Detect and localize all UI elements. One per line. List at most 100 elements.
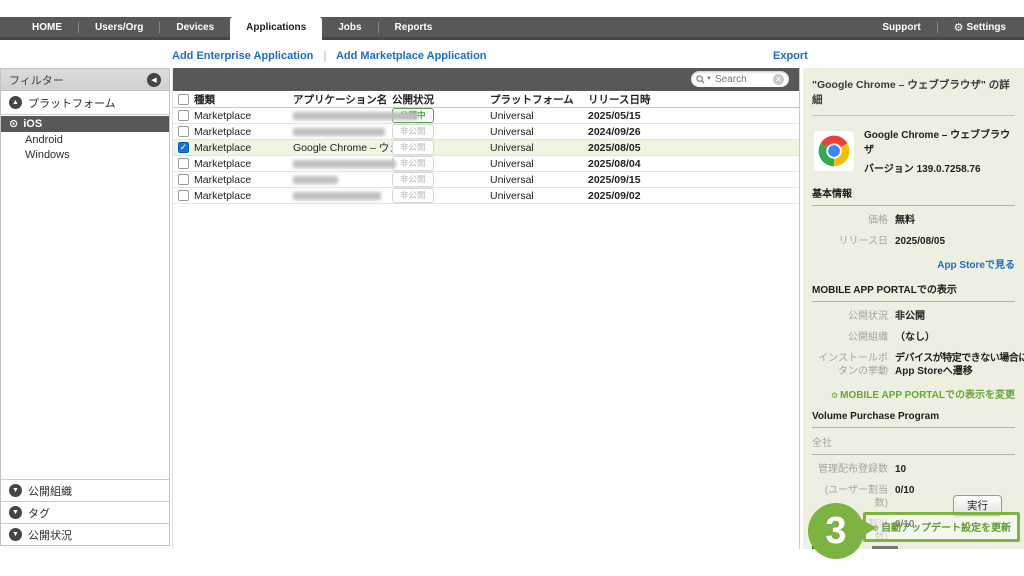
cell-app-name	[293, 128, 392, 136]
sidebar-section-公開状況[interactable]: ▼公開状況	[1, 523, 169, 545]
column-header[interactable]: 種類	[194, 92, 293, 107]
row-checkbox[interactable]: ✓	[178, 142, 189, 153]
portal-change-link-row: ⚙MOBILE APP PORTALでの表示を変更	[812, 386, 1015, 401]
cell-status: 非公開	[392, 188, 490, 203]
row-checkbox[interactable]	[178, 190, 189, 201]
field-label: 管理配布登録数	[812, 463, 888, 476]
tab-jobs[interactable]: Jobs	[322, 17, 377, 37]
field-label: 価格	[812, 214, 888, 227]
column-header[interactable]: リリース日時	[588, 92, 799, 107]
cell-platform: Universal	[490, 110, 588, 122]
cell-platform: Universal	[490, 174, 588, 186]
add-enterprise-application-link[interactable]: Add Enterprise Application	[172, 50, 313, 62]
sidebar-item-windows[interactable]: Windows	[1, 148, 169, 162]
sidebar-section-platform[interactable]: ▲ プラットフォーム	[1, 91, 169, 115]
cell-status: 非公開	[392, 124, 490, 139]
cell-type: Marketplace	[194, 126, 293, 138]
clear-search-icon[interactable]: ✕	[773, 74, 784, 85]
table-body: Marketplace 公開中 Universal 2025/05/15 Mar…	[173, 108, 799, 204]
app-version: バージョン 139.0.7258.76	[864, 160, 1015, 175]
app-name-text: Google Chrome – ウェブブ...	[293, 140, 392, 155]
field-value: デバイスが特定できない場合には App Storeへ遷移	[895, 352, 1024, 378]
field-portal-status: 公開状況 非公開	[812, 310, 1015, 323]
application-table: ▼ ✕ 種類 アプリケーション名 公開状況 プラットフォーム リリース日時 Ma…	[172, 68, 800, 549]
table-row[interactable]: Marketplace 非公開 Universal 2025/09/02	[173, 188, 799, 204]
search-scope-caret-icon[interactable]: ▼	[706, 76, 712, 82]
cell-release-date: 2024/09/26	[588, 126, 799, 138]
chevron-up-icon: ▲	[9, 96, 22, 109]
sidebar-section-label: 公開状況	[28, 527, 72, 543]
sidebar-item-label: Android	[25, 134, 63, 146]
app-store-link[interactable]: App Storeで見る	[937, 260, 1015, 271]
status-badge: 非公開	[392, 124, 434, 139]
field-label: リリース日	[812, 235, 888, 248]
nav-tabs: HOMEUsers/OrgDevicesApplicationsJobsRepo…	[0, 17, 448, 37]
filter-title: フィルター	[9, 72, 64, 88]
sidebar-item-ios[interactable]: ⊙iOS	[1, 116, 169, 132]
cell-type: Marketplace	[194, 190, 293, 202]
cell-platform: Universal	[490, 142, 588, 154]
divider	[812, 427, 1015, 428]
table-row[interactable]: Marketplace 非公開 Universal 2025/08/04	[173, 156, 799, 172]
select-all-checkbox[interactable]	[178, 94, 189, 105]
add-marketplace-application-link[interactable]: Add Marketplace Application	[336, 50, 487, 62]
autoupdate-settings-link[interactable]: 自動アップデート設定を更新	[881, 523, 1011, 534]
table-row[interactable]: ✓ Marketplace Google Chrome – ウェブブ... 非公…	[173, 140, 799, 156]
sidebar-section-タグ[interactable]: ▼タグ	[1, 501, 169, 523]
link-divider: |	[323, 50, 326, 62]
section-portal: MOBILE APP PORTALでの表示	[812, 281, 1015, 296]
table-row[interactable]: Marketplace 公開中 Universal 2025/05/15	[173, 108, 799, 124]
field-value: 0/10	[895, 484, 914, 510]
cell-app-name	[293, 192, 392, 200]
step-badge: 3	[808, 503, 864, 559]
redacted-app-name	[293, 128, 385, 136]
sidebar-item-android[interactable]: Android	[1, 133, 169, 147]
table-row[interactable]: Marketplace 非公開 Universal 2024/09/26	[173, 124, 799, 140]
export-link[interactable]: Export	[773, 50, 808, 62]
table-row[interactable]: Marketplace 非公開 Universal 2025/09/15	[173, 172, 799, 188]
row-checkbox[interactable]	[178, 174, 189, 185]
sidebar-section-公開組織[interactable]: ▼公開組織	[1, 479, 169, 501]
filter-sidebar: フィルター ◀ ▲ プラットフォーム ⊙iOSAndroidWindows ▼公…	[0, 68, 170, 546]
status-badge: 非公開	[392, 188, 434, 203]
cell-platform: Universal	[490, 158, 588, 170]
cell-release-date: 2025/08/04	[588, 158, 799, 170]
row-checkbox[interactable]	[178, 110, 189, 121]
search-input[interactable]	[715, 74, 771, 85]
tab-users-org[interactable]: Users/Org	[79, 17, 159, 37]
field-price: 価格 無料	[812, 214, 1015, 227]
column-header[interactable]: アプリケーション名	[293, 92, 392, 107]
column-header[interactable]: 公開状況	[392, 92, 490, 107]
install-value-line2: App Storeへ遷移	[895, 365, 1024, 378]
sidebar-item-label: Windows	[25, 149, 70, 161]
tab-devices[interactable]: Devices	[160, 17, 230, 37]
nav-separator	[937, 22, 938, 33]
gear-icon: ⚙	[954, 21, 964, 34]
cell-status: 非公開	[392, 140, 490, 155]
search-box[interactable]: ▼ ✕	[691, 71, 789, 87]
column-header[interactable]: プラットフォーム	[490, 92, 588, 107]
field-value: 10	[895, 463, 906, 476]
chevron-left-icon[interactable]: ◀	[147, 73, 161, 87]
status-badge: 非公開	[392, 172, 434, 187]
field-value: 無料	[895, 214, 915, 227]
autoupdate-link-highlight: ⚙自動アップデート設定を更新	[863, 512, 1020, 542]
tab-applications[interactable]: Applications	[230, 17, 322, 40]
sidebar-section-label: タグ	[28, 505, 50, 521]
settings-link[interactable]: ⚙Settings	[950, 21, 1010, 34]
selected-filter-icon: ⊙	[9, 119, 18, 130]
platform-list: ⊙iOS Android Windows	[1, 116, 169, 162]
row-checkbox[interactable]	[178, 126, 189, 137]
portal-change-link[interactable]: MOBILE APP PORTALでの表示を変更	[840, 390, 1015, 401]
support-link[interactable]: Support	[878, 22, 924, 33]
filter-header: フィルター ◀	[1, 69, 169, 91]
chrome-app-icon	[814, 131, 854, 171]
add-links: Add Enterprise Application | Add Marketp…	[172, 50, 487, 62]
row-checkbox[interactable]	[178, 158, 189, 169]
redacted-app-name	[293, 112, 418, 120]
field-value: （なし）	[895, 331, 935, 344]
platform-section-label: プラットフォーム	[28, 95, 116, 111]
tab-reports[interactable]: Reports	[379, 17, 449, 37]
chevron-down-icon: ▼	[9, 484, 22, 497]
tab-home[interactable]: HOME	[16, 17, 78, 37]
